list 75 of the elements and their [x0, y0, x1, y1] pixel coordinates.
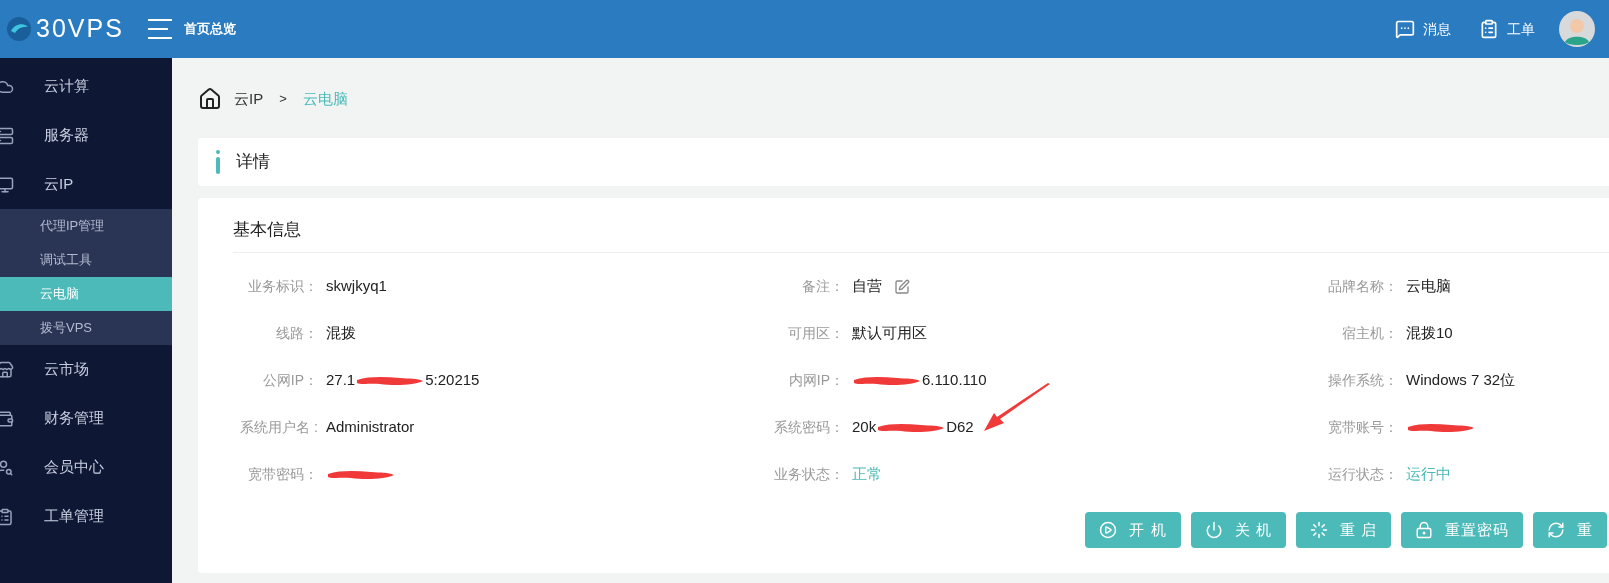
- header-action[interactable]: 工单: [1479, 18, 1535, 40]
- field-value: 6.110.110: [922, 370, 987, 391]
- field-label: 可用区：: [788, 324, 844, 343]
- user-icon: [0, 458, 14, 477]
- submenu-item[interactable]: 拨号VPS: [0, 311, 172, 345]
- field-label: 业务状态：: [774, 465, 844, 484]
- field-value: D62: [946, 417, 974, 438]
- field-label: 运行状态：: [1328, 465, 1398, 484]
- field-value: Windows 7 32位: [1406, 370, 1516, 391]
- wallet-icon: [0, 409, 14, 428]
- menu-toggle-icon[interactable]: [148, 19, 172, 39]
- home-icon[interactable]: [198, 87, 222, 111]
- monitor-icon: [0, 175, 14, 194]
- sidebar-item[interactable]: 财务管理: [0, 394, 172, 443]
- field-label: 宽带账号：: [1328, 418, 1398, 437]
- logo-icon: [6, 16, 32, 42]
- sidebar-item[interactable]: 云计算: [0, 62, 172, 111]
- field-value: 默认可用区: [852, 323, 927, 344]
- field-label: 公网IP：: [262, 371, 318, 390]
- field-value: 自营: [852, 276, 882, 297]
- field-value: 混拨: [326, 323, 356, 344]
- sidebar-label: 云IP: [44, 174, 74, 195]
- field-label: 业务标识：: [248, 277, 318, 296]
- field-label: 宿主机：: [1342, 324, 1398, 343]
- breadcrumb-separator: >: [279, 90, 287, 109]
- field-value: 云电脑: [1406, 276, 1451, 297]
- clipboard-icon: [1479, 19, 1499, 39]
- field-label: 宽带密码：: [248, 465, 318, 484]
- field-label: 内网IP：: [788, 371, 844, 390]
- nav-link[interactable]: 首页总览: [184, 19, 236, 39]
- sidebar-item[interactable]: 云市场: [0, 345, 172, 394]
- field-value: 20k: [852, 417, 877, 438]
- annotation-arrow: [982, 383, 1052, 433]
- sidebar-label: 财务管理: [44, 408, 104, 429]
- loader-icon: [1309, 521, 1328, 539]
- avatar[interactable]: [1559, 11, 1595, 47]
- status-value: 运行中: [1406, 464, 1451, 485]
- field-label: 品牌名称：: [1328, 277, 1398, 296]
- lock-icon: [1415, 521, 1433, 539]
- field-label: 备注：: [802, 277, 844, 296]
- card-title: 基本信息: [233, 198, 1609, 253]
- field-label: 系统密码：: [774, 418, 844, 437]
- play-icon: [1099, 521, 1118, 539]
- header-action[interactable]: 消息: [1395, 18, 1451, 40]
- field-label: 操作系统：: [1328, 371, 1398, 390]
- field-label: 线路：: [276, 324, 318, 343]
- server-icon: [0, 126, 14, 145]
- field-value: 混拨10: [1406, 323, 1453, 344]
- logo-text: 30VPS: [36, 13, 124, 45]
- sidebar-label: 云计算: [44, 76, 89, 97]
- sidebar-item[interactable]: 工单管理: [0, 492, 172, 541]
- field-value: skwjkyq1: [326, 276, 387, 297]
- power-icon: [1204, 521, 1223, 539]
- section-title: 详情: [236, 151, 270, 174]
- status-value: 正常: [852, 464, 882, 485]
- store-icon: [0, 360, 14, 379]
- submenu-item[interactable]: 调试工具: [0, 243, 172, 277]
- field-value: 5:20215: [425, 370, 480, 391]
- sidebar-label: 服务器: [44, 125, 89, 146]
- clipboard-icon: [0, 507, 14, 526]
- breadcrumb-link[interactable]: 云IP: [234, 87, 264, 111]
- sidebar-item[interactable]: 云IP: [0, 160, 172, 209]
- message-icon: [1395, 19, 1415, 39]
- field-value: 27.1: [326, 370, 356, 391]
- field-label: 系统用户名 :: [240, 418, 318, 437]
- edit-icon[interactable]: [894, 278, 910, 295]
- refresh-icon: [1547, 521, 1565, 539]
- field-value: Administrator: [326, 417, 415, 438]
- sidebar-label: 工单管理: [44, 506, 104, 527]
- submenu-item[interactable]: 代理IP管理: [0, 209, 172, 243]
- sidebar-item[interactable]: 服务器: [0, 111, 172, 160]
- info-icon: [216, 150, 220, 174]
- sidebar-label: 会员中心: [44, 457, 104, 478]
- sidebar-label: 云市场: [44, 359, 89, 380]
- sidebar-item[interactable]: 会员中心: [0, 443, 172, 492]
